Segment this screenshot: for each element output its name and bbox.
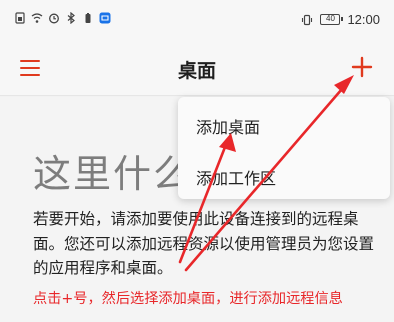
annotation-caption: 点击+号，然后选择添加桌面，进行添加远程信息 [33, 291, 343, 307]
vibrate-icon [302, 14, 313, 25]
battery-icon: 40 [320, 14, 344, 25]
app-notification-icon [99, 12, 111, 24]
empty-state-heading: 这里什么 [33, 152, 194, 196]
status-bar: 40 12:00 [0, 0, 394, 40]
status-bar-left [14, 12, 111, 24]
menu-item-add-workspace[interactable]: 添加工作区 [196, 165, 276, 189]
empty-state-description: 若要开始，请添加要使用此设备连接到的远程桌面。您还可以添加远程资源以使用管理员为… [33, 210, 375, 277]
bluetooth-icon [67, 12, 75, 24]
wifi-icon [31, 13, 43, 23]
status-bar-right: 40 12:00 [301, 12, 380, 27]
status-time: 12:00 [347, 12, 380, 27]
alarm-icon [49, 13, 59, 24]
sim-icon [15, 12, 25, 24]
app-bar: 桌面 [0, 40, 394, 96]
menu-item-add-desktop[interactable]: 添加桌面 [196, 114, 260, 138]
add-dropdown-menu: 添加桌面 添加工作区 [178, 97, 390, 199]
page-title: 桌面 [177, 60, 216, 82]
plus-icon[interactable] [350, 55, 374, 79]
battery-saver-icon [85, 13, 91, 23]
